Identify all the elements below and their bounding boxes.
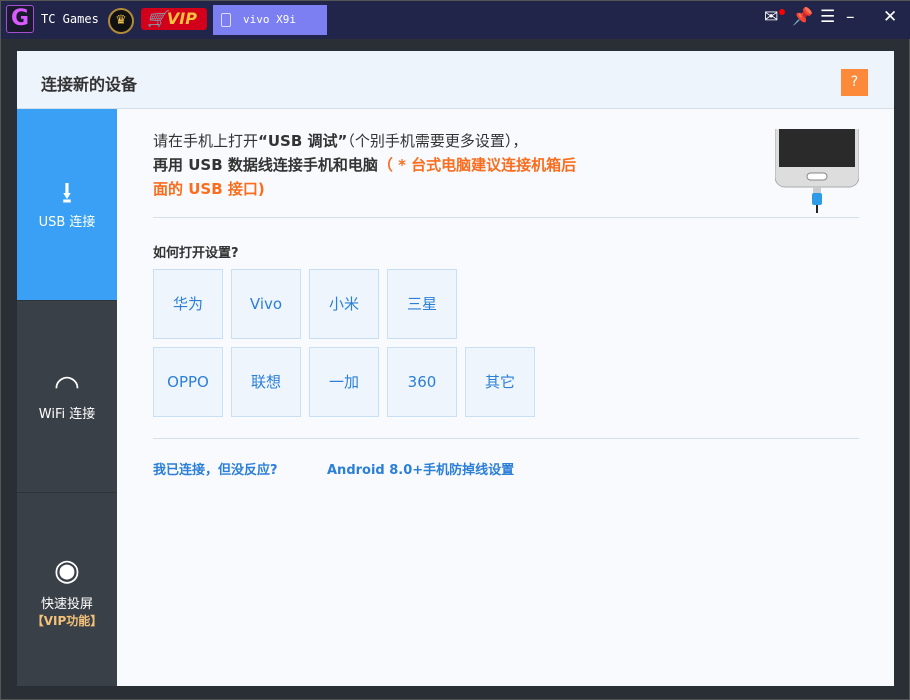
sidebar-item-usb[interactable]: ⭳ USB 连接 [17,109,117,301]
notification-dot [779,9,785,15]
brand-button-oneplus[interactable]: 一加 [309,347,379,417]
sidebar-item-quick-cast[interactable]: ◉ 快速投屏 【VIP功能】 [17,493,117,685]
phone-usb-illustration [775,129,859,213]
instruction-text: 再用 USB 数据线连接手机和电脑 [153,156,378,174]
sidebar-item-label: USB 连接 [39,215,96,230]
page-title: 连接新的设备 [41,71,137,95]
brand-button-xiaomi[interactable]: 小米 [309,269,379,339]
projector-icon: ◉ [17,553,117,593]
sidebar: ⭳ USB 连接 ◠ WiFi 连接 ◉ 快速投屏 【VIP功能】 [17,109,117,686]
usb-icon [221,13,231,27]
divider [153,217,859,218]
vip-button[interactable]: 🛒VIP [141,8,207,30]
usb-icon: ⭳ [17,171,117,211]
sidebar-item-label: 快速投屏 [41,597,93,612]
title-bar: G TC Games ♛ 🛒VIP vivo X9i ✉ 📌 ☰ – ✕ [1,1,910,39]
brand-button-samsung[interactable]: 三星 [387,269,457,339]
no-response-link[interactable]: 我已连接，但没反应? [153,459,278,478]
device-tab[interactable]: vivo X9i [213,5,327,35]
sidebar-item-label: WiFi 连接 [39,407,95,422]
instruction-text: “USB 调试” [258,132,347,150]
menu-icon[interactable]: ☰ [820,7,835,27]
divider [153,438,859,439]
android8-link[interactable]: Android 8.0+手机防掉线设置 [327,459,514,478]
app-logo: G [6,5,34,33]
cart-icon: 🛒 [147,9,167,28]
instruction-text: （个别手机需要更多设置）， [347,132,527,150]
mail-icon[interactable]: ✉ [764,7,778,27]
device-tab-label: vivo X9i [243,13,296,26]
vip-feature-label: 【VIP功能】 [32,614,103,628]
connect-panel: 连接新的设备 ? ⭳ USB 连接 ◠ WiFi 连接 ◉ 快速投屏 【VIP功… [17,51,894,686]
crown-icon[interactable]: ♛ [108,8,134,34]
sidebar-item-wifi[interactable]: ◠ WiFi 连接 [17,301,117,493]
brand-button-oppo[interactable]: OPPO [153,347,223,417]
brand-button-vivo[interactable]: Vivo [231,269,301,339]
panel-header: 连接新的设备 ? [17,51,894,109]
brand-button-lenovo[interactable]: 联想 [231,347,301,417]
brand-button-other[interactable]: 其它 [465,347,535,417]
instruction-text: 请在手机上打开 [153,132,258,150]
vip-label: VIP [167,9,197,28]
instructions: 请在手机上打开“USB 调试”（个别手机需要更多设置）， 再用 USB 数据线连… [153,129,859,201]
minimize-icon[interactable]: – [846,7,855,27]
wifi-icon: ◠ [17,369,117,403]
pin-icon[interactable]: 📌 [792,7,813,27]
app-name: TC Games [41,12,99,26]
howto-heading: 如何打开设置? [153,242,239,261]
brand-button-huawei[interactable]: 华为 [153,269,223,339]
help-button[interactable]: ? [841,69,868,96]
close-icon[interactable]: ✕ [883,7,897,27]
brand-button-360[interactable]: 360 [387,347,457,417]
